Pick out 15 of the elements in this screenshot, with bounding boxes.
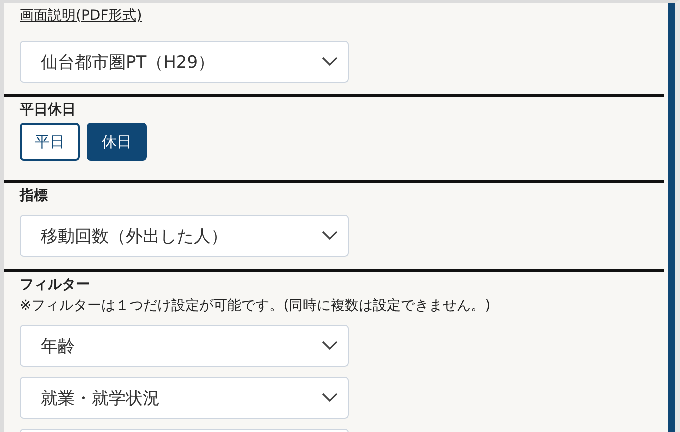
chevron-down-icon <box>322 57 338 67</box>
chevron-down-icon <box>322 393 338 403</box>
day-type-button[interactable]: 休日 <box>87 123 147 161</box>
day-type-button[interactable]: 平日 <box>20 123 80 161</box>
section-label: フィルター <box>20 276 90 295</box>
filter-note: ※フィルターは１つだけ設定が可能です。(同時に複数は設定できません。) <box>20 297 491 316</box>
dropdown[interactable]: 年齢 <box>20 325 349 367</box>
pdf-link[interactable]: 画面説明(PDF形式) <box>20 6 142 26</box>
dropdown[interactable]: 移動回数（外出した人） <box>20 215 349 257</box>
dropdown[interactable]: 就業・就学状況 <box>20 377 349 419</box>
chevron-down-icon <box>322 341 338 351</box>
section-label: 平日休日 <box>20 101 76 120</box>
dropdown[interactable]: 仙台都市圏PT（H29） <box>20 41 349 83</box>
section-label: 指標 <box>20 187 48 206</box>
chevron-down-icon <box>322 231 338 241</box>
